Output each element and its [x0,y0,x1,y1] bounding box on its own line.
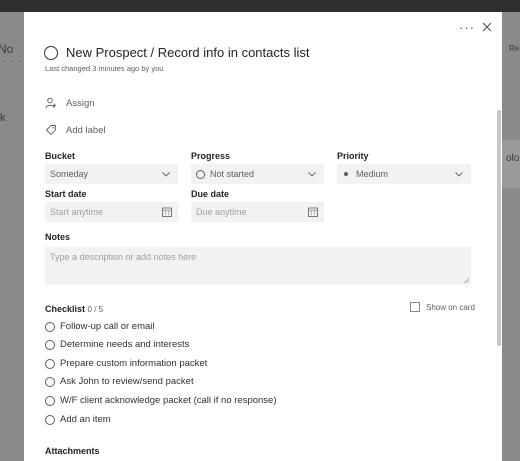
progress-label: Progress [191,151,231,161]
background-left-dots: · · · [2,56,23,67]
calendar-icon[interactable] [162,207,172,217]
priority-select[interactable]: Medium [337,164,471,184]
due-date-input[interactable]: Due anytime [191,202,324,222]
chevron-down-icon [455,172,463,177]
checklist-count: 0 / 5 [87,305,104,314]
checklist-item[interactable]: Ask John to review/send packet [45,376,194,387]
checklist-item-text[interactable]: Prepare custom information packet [60,358,207,369]
checklist-item-text[interactable]: Determine needs and interests [60,339,189,350]
priority-value: Medium [356,169,389,179]
not-started-circle-icon [196,169,205,179]
background-left-k: k [0,112,6,124]
notes-placeholder: Type a description or add notes here [50,252,197,262]
notes-textarea[interactable]: Type a description or add notes here [45,247,471,285]
more-options-button[interactable]: ··· [459,20,475,35]
scrollbar-thumb[interactable] [497,110,501,346]
progress-value: Not started [210,169,255,179]
medium-priority-dot-icon [344,172,348,176]
checklist-item-circle[interactable] [45,358,55,369]
close-icon[interactable] [480,20,494,34]
background-left-pane [0,12,24,461]
calendar-icon[interactable] [308,207,318,217]
add-label-text: Add label [66,124,106,136]
checklist-item[interactable]: Prepare custom information packet [45,358,207,369]
background-right-text-mid: olo [506,153,520,164]
add-label-button[interactable]: Add label [45,124,106,136]
checklist-item-text[interactable]: W/F client acknowledge packet (call if n… [60,395,277,406]
add-checklist-item[interactable]: Add an item [45,414,111,425]
checklist-item-text[interactable]: Follow-up call or email [60,321,155,332]
bucket-value: Someday [50,169,89,179]
checklist-label: Checklist 0 / 5 [45,304,103,314]
due-date-placeholder: Due anytime [196,207,247,217]
app-top-bar [0,0,520,12]
checklist-item[interactable]: W/F client acknowledge packet (call if n… [45,395,277,406]
task-details-dialog: ··· New Prospect / Record info in contac… [24,12,502,461]
background-right-text-top: Re [509,44,520,53]
last-changed-text: Last changed 3 minutes ago by you [45,64,164,73]
bucket-select[interactable]: Someday [45,164,178,184]
attachments-label: Attachments [45,446,100,456]
chevron-down-icon [162,172,170,177]
checklist-item[interactable]: Determine needs and interests [45,339,189,350]
background-right-card [502,140,520,188]
progress-select[interactable]: Not started [191,164,324,184]
due-date-label: Due date [191,189,230,199]
add-item-circle[interactable] [45,414,55,425]
task-title[interactable]: New Prospect / Record info in contacts l… [66,45,310,60]
checklist-item-text[interactable]: Ask John to review/send packet [60,376,194,387]
checklist-item-circle[interactable] [45,339,55,350]
checklist-item-circle[interactable] [45,376,55,387]
checklist-item-circle[interactable] [45,395,55,406]
start-date-placeholder: Start anytime [50,207,104,217]
chevron-down-icon [308,172,316,177]
checkbox-box[interactable] [410,302,420,312]
start-date-input[interactable]: Start anytime [45,202,178,222]
bucket-label: Bucket [45,151,76,161]
show-on-card-checkbox[interactable]: Show on card [410,302,475,312]
checklist-title: Checklist [45,304,86,314]
show-on-card-label: Show on card [426,302,475,312]
add-item-text[interactable]: Add an item [60,414,111,425]
assign-person-icon [45,97,57,109]
task-title-row: New Prospect / Record info in contacts l… [44,45,310,60]
checklist-item-circle[interactable] [45,321,55,332]
priority-label: Priority [337,151,369,161]
scrollbar-track[interactable] [496,12,502,461]
checklist-item[interactable]: Follow-up call or email [45,321,155,332]
notes-label: Notes [45,232,71,242]
complete-task-circle[interactable] [44,45,58,60]
background-right-pane [502,12,520,461]
tag-icon [45,125,56,136]
assign-button[interactable]: Assign [45,97,95,109]
resize-grip-icon[interactable] [464,278,469,283]
background-left-text: No [0,42,14,56]
assign-label: Assign [66,97,95,109]
start-date-label: Start date [45,189,87,199]
